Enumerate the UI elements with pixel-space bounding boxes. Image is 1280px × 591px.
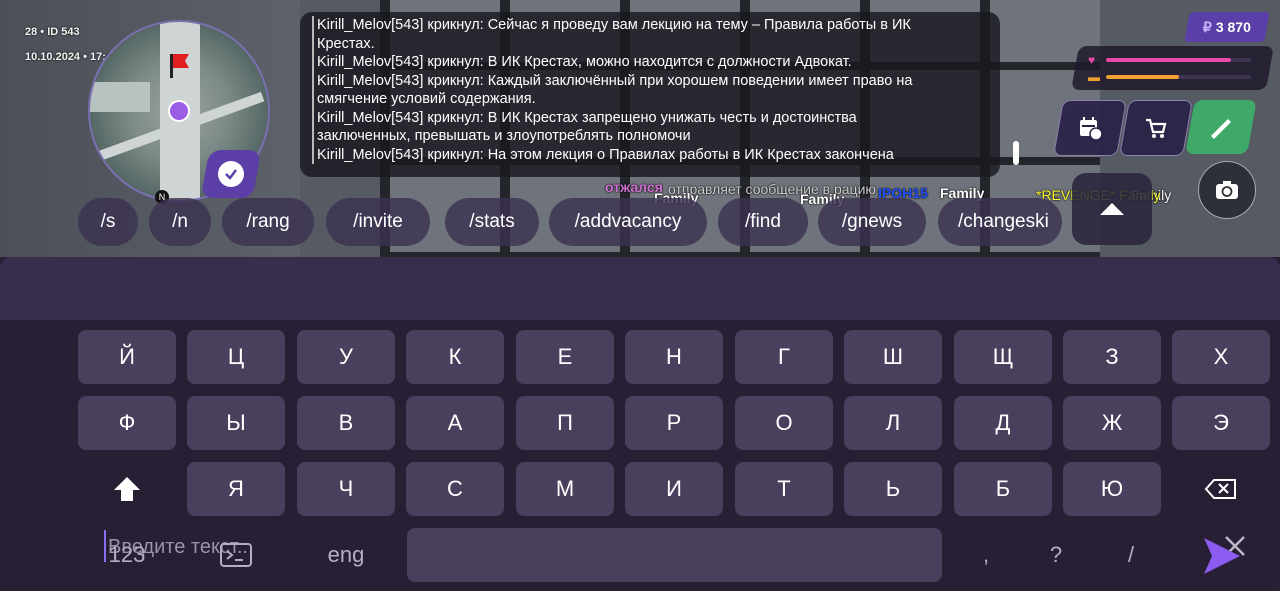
chat-line: Kirill_Melov[543] крикнул: Каждый заключ…	[312, 71, 982, 90]
key-Е[interactable]: Е	[516, 330, 614, 384]
slash-key[interactable]: /	[1082, 528, 1180, 582]
command-chip[interactable]: /s	[78, 198, 138, 246]
server-id: 28 • ID 543	[25, 26, 80, 38]
backspace-icon	[1204, 479, 1236, 499]
key-П[interactable]: П	[516, 396, 614, 450]
player-marker-icon	[168, 100, 190, 122]
command-chip[interactable]: /gnews	[818, 198, 926, 246]
key-Ю[interactable]: Ю	[1063, 462, 1161, 516]
calendar-button[interactable]	[1053, 100, 1127, 156]
camera-rotate-icon	[1216, 181, 1238, 199]
command-chip[interactable]: /find	[718, 198, 808, 246]
numbers-key[interactable]: 123	[78, 528, 176, 582]
key-В[interactable]: В	[297, 396, 395, 450]
chat-icon	[218, 161, 244, 187]
chat-line: Крестах.	[312, 34, 982, 53]
key-Э[interactable]: Э	[1172, 396, 1270, 450]
shop-button[interactable]	[1119, 100, 1193, 156]
chat-lines: Kirill_Melov[543] крикнул: Сейчас я пров…	[312, 16, 982, 164]
nametag: отправляет сообщение в рацию	[668, 181, 876, 197]
chat-line: смягчение условий содержания.	[312, 90, 982, 109]
key-Н[interactable]: Н	[625, 330, 723, 384]
map-building	[90, 82, 150, 112]
key-Б[interactable]: Б	[954, 462, 1052, 516]
weapon-button[interactable]	[1185, 100, 1257, 154]
flag-icon	[170, 54, 189, 78]
chat-line: заключенных, превышать и злоупотреблять …	[312, 127, 982, 146]
hunger-stat: ▬	[1088, 71, 1251, 83]
key-З[interactable]: З	[1063, 330, 1161, 384]
key-У[interactable]: У	[297, 330, 395, 384]
key-Ь[interactable]: Ь	[844, 462, 942, 516]
health-bar	[1106, 58, 1231, 62]
space-key[interactable]	[407, 528, 942, 582]
key-Ц[interactable]: Ц	[187, 330, 285, 384]
expand-commands-button[interactable]	[1072, 173, 1152, 245]
chat-scrollbar[interactable]	[1013, 141, 1019, 165]
key-Р[interactable]: Р	[625, 396, 723, 450]
food-icon: ▬	[1088, 70, 1100, 84]
rifle-icon	[1211, 119, 1231, 139]
key-О[interactable]: О	[735, 396, 833, 450]
command-chip[interactable]: /invite	[326, 198, 430, 246]
chat-line: Kirill_Melov[543] крикнул: В ИК Крестах …	[312, 108, 982, 127]
chat-panel[interactable]: Kirill_Melov[543] крикнул: Сейчас я пров…	[300, 12, 1000, 177]
stats-panel	[1071, 46, 1274, 90]
shift-icon	[114, 477, 140, 501]
command-chip[interactable]: /stats	[445, 198, 539, 246]
terminal-icon	[220, 543, 252, 567]
key-Я[interactable]: Я	[187, 462, 285, 516]
input-wrapper	[0, 257, 1280, 567]
key-Ч[interactable]: Ч	[297, 462, 395, 516]
calendar-icon	[1080, 117, 1103, 141]
key-Щ[interactable]: Щ	[954, 330, 1052, 384]
command-chip[interactable]: /n	[149, 198, 211, 246]
camera-button[interactable]	[1198, 161, 1256, 219]
key-Л[interactable]: Л	[844, 396, 942, 450]
key-М[interactable]: М	[516, 462, 614, 516]
terminal-key[interactable]	[187, 528, 285, 582]
health-stat: ♥	[1088, 54, 1251, 66]
chat-line: Kirill_Melov[543] крикнул: Сейчас я пров…	[312, 16, 982, 35]
key-А[interactable]: А	[406, 396, 504, 450]
key-Т[interactable]: Т	[735, 462, 833, 516]
language-key[interactable]: eng	[297, 528, 395, 582]
key-Х[interactable]: Х	[1172, 330, 1270, 384]
key-С[interactable]: С	[406, 462, 504, 516]
key-Й[interactable]: Й	[78, 330, 176, 384]
key-Д[interactable]: Д	[954, 396, 1052, 450]
key-Г[interactable]: Г	[735, 330, 833, 384]
currency-symbol: ₽	[1203, 18, 1212, 35]
heart-icon: ♥	[1088, 53, 1096, 67]
chat-line: Kirill_Melov[543] крикнул: На этом лекци…	[312, 145, 982, 164]
cart-icon	[1146, 118, 1167, 138]
money-display: ₽3 870	[1184, 12, 1270, 42]
send-icon[interactable]	[1200, 536, 1242, 576]
key-И[interactable]: И	[625, 462, 723, 516]
key-Ы[interactable]: Ы	[187, 396, 285, 450]
backspace-key[interactable]	[1172, 462, 1270, 516]
chevron-up-icon	[1100, 203, 1124, 215]
command-chip[interactable]: /rang	[222, 198, 314, 246]
command-chip[interactable]: /addvacancy	[549, 198, 707, 246]
key-К[interactable]: К	[406, 330, 504, 384]
chat-line: Kirill_Melov[543] крикнул: В ИК Крестах,…	[312, 53, 982, 72]
key-Ж[interactable]: Ж	[1063, 396, 1161, 450]
chat-button[interactable]	[200, 150, 262, 198]
money-amount: 3 870	[1215, 18, 1251, 35]
hunger-bar	[1106, 75, 1179, 79]
key-Ф[interactable]: Ф	[78, 396, 176, 450]
command-chip[interactable]: /changeski	[938, 198, 1062, 246]
key-Ш[interactable]: Ш	[844, 330, 942, 384]
shift-key[interactable]	[78, 462, 176, 516]
